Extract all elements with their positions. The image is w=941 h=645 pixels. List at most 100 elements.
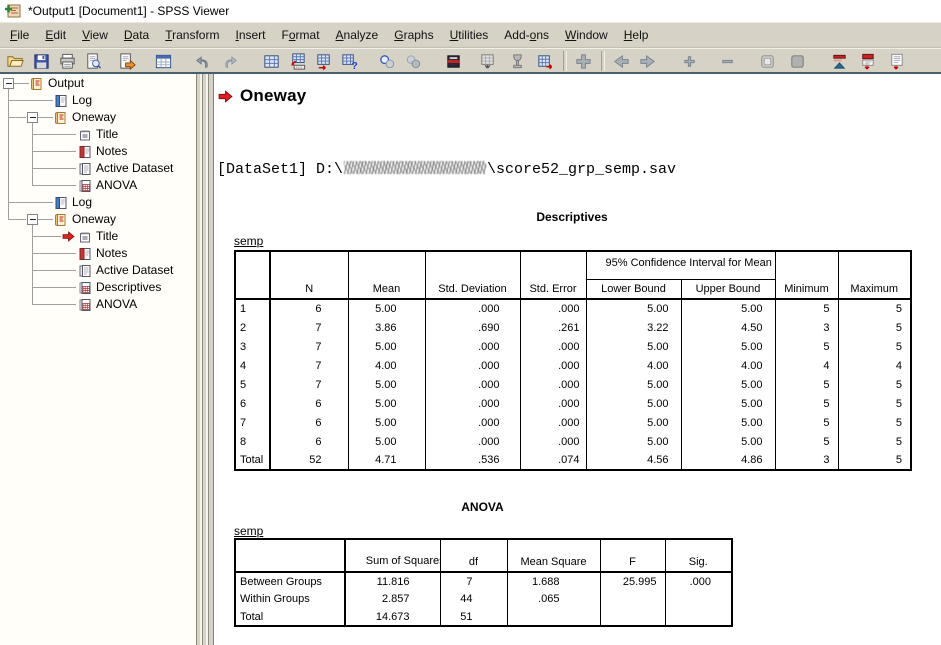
print-preview-button[interactable] bbox=[81, 49, 106, 73]
tree-item-anova[interactable]: ANOVA bbox=[0, 296, 196, 313]
use-variable-sets-icon bbox=[340, 52, 359, 71]
redacted-path-scribble bbox=[344, 161, 486, 174]
anova-table[interactable]: Sum of Squares df Mean Square F Sig. Bet… bbox=[234, 538, 733, 627]
menu-add-ons[interactable]: Add-ons bbox=[496, 25, 557, 45]
goto-data-button[interactable] bbox=[259, 49, 284, 73]
anova-header: Sum of Squares df Mean Square F Sig. bbox=[235, 539, 732, 572]
tree-item-log[interactable]: Log bbox=[0, 92, 196, 109]
goto-output-item-button[interactable] bbox=[475, 49, 500, 73]
descriptives-table[interactable]: N Mean Std. Deviation Std. Error 95% Con… bbox=[234, 250, 912, 471]
cell-value: 11.816 bbox=[345, 572, 440, 590]
show-output-button[interactable] bbox=[755, 49, 780, 73]
collapse-expander[interactable] bbox=[27, 112, 38, 123]
tree-item-descriptives[interactable]: Descriptives bbox=[0, 279, 196, 296]
variables-icon bbox=[314, 52, 333, 71]
tree-item-notes[interactable]: Notes bbox=[0, 143, 196, 160]
menu-file[interactable]: File bbox=[2, 25, 37, 45]
insert-text-button[interactable] bbox=[884, 49, 909, 73]
use-variable-sets-button[interactable] bbox=[337, 49, 362, 73]
menu-view[interactable]: View bbox=[74, 25, 116, 45]
export-output-button[interactable] bbox=[115, 49, 140, 73]
table-icon bbox=[78, 179, 92, 193]
print-button[interactable] bbox=[55, 49, 80, 73]
menu-edit[interactable]: Edit bbox=[37, 25, 74, 45]
spss-app-icon bbox=[4, 3, 21, 19]
tree-item-title[interactable]: Title bbox=[0, 228, 196, 245]
tree-item-label: ANOVA bbox=[96, 177, 137, 194]
insert-data-object-button[interactable] bbox=[533, 49, 558, 73]
menu-window[interactable]: Window bbox=[557, 25, 616, 45]
tree-item-oneway[interactable]: Oneway bbox=[0, 211, 196, 228]
save-icon bbox=[32, 52, 51, 71]
menu-data[interactable]: Data bbox=[116, 25, 157, 45]
row-label: 8 bbox=[235, 432, 270, 451]
cell-value: 2.857 bbox=[345, 590, 440, 608]
redo-button[interactable] bbox=[217, 49, 242, 73]
cell-value: .261 bbox=[520, 318, 586, 337]
open-file-button[interactable] bbox=[3, 49, 28, 73]
save-button[interactable] bbox=[29, 49, 54, 73]
row-label: Within Groups bbox=[235, 590, 345, 608]
undo-button[interactable] bbox=[191, 49, 216, 73]
replace-button[interactable] bbox=[401, 49, 426, 73]
menu-help[interactable]: Help bbox=[616, 25, 657, 45]
menu-insert[interactable]: Insert bbox=[227, 25, 273, 45]
goto-case-button[interactable] bbox=[285, 49, 310, 73]
collapse-expander[interactable] bbox=[27, 214, 38, 225]
tree-item-title[interactable]: Title bbox=[0, 126, 196, 143]
cell-value: 3.86 bbox=[348, 318, 425, 337]
menu-transform[interactable]: Transform bbox=[157, 25, 227, 45]
cell-value: 14.673 bbox=[345, 608, 440, 626]
menu-graphs[interactable]: Graphs bbox=[386, 25, 441, 45]
cell-value: 5.00 bbox=[586, 394, 681, 413]
dataset-path-suffix: \score52_grp_semp.sav bbox=[487, 161, 676, 178]
designate-window-button[interactable] bbox=[505, 49, 530, 73]
tree-item-output[interactable]: Output bbox=[0, 75, 196, 92]
collapse-outline-button[interactable] bbox=[715, 49, 740, 73]
pane-splitter[interactable] bbox=[197, 74, 213, 645]
cell-value: 25.995 bbox=[600, 572, 665, 590]
cell-value: 4.00 bbox=[681, 356, 775, 375]
log-icon bbox=[54, 94, 68, 108]
tree-item-notes[interactable]: Notes bbox=[0, 245, 196, 262]
tree-item-label: Output bbox=[48, 75, 84, 92]
variables-button[interactable] bbox=[311, 49, 336, 73]
goto-data-editor-button[interactable] bbox=[151, 49, 176, 73]
cell-value: 7 bbox=[270, 375, 348, 394]
table-row: 273.86.690.2613.224.5035 bbox=[235, 318, 911, 337]
menu-analyze[interactable]: Analyze bbox=[328, 25, 387, 45]
menu-format[interactable]: Format bbox=[274, 25, 328, 45]
cell-value: .000 bbox=[425, 432, 520, 451]
insert-heading-button[interactable] bbox=[855, 49, 880, 73]
collapse-expander[interactable] bbox=[3, 78, 14, 89]
find-button[interactable] bbox=[375, 49, 400, 73]
column-header: Mean bbox=[348, 251, 425, 299]
tree-item-log[interactable]: Log bbox=[0, 194, 196, 211]
tree-item-active-dataset[interactable]: Active Dataset bbox=[0, 262, 196, 279]
page-title: Oneway bbox=[240, 86, 306, 106]
spanner-header: 95% Confidence Interval for Mean bbox=[586, 251, 775, 279]
move-to-top-button[interactable] bbox=[827, 49, 852, 73]
tree-connector bbox=[8, 100, 53, 101]
select-last-output-button[interactable] bbox=[441, 49, 466, 73]
collapse-outline-icon bbox=[718, 52, 737, 71]
cell-value: 5 bbox=[775, 375, 838, 394]
insert-outline-item-button[interactable] bbox=[571, 49, 596, 73]
hide-output-button[interactable] bbox=[785, 49, 810, 73]
column-header: F bbox=[600, 539, 665, 572]
redo-icon bbox=[220, 52, 239, 71]
cell-value: 5.00 bbox=[681, 394, 775, 413]
find-icon bbox=[378, 52, 397, 71]
menu-utilities[interactable]: Utilities bbox=[442, 25, 497, 45]
row-label: 4 bbox=[235, 356, 270, 375]
tree-connector bbox=[32, 134, 76, 135]
output-heading-row: Oneway bbox=[218, 86, 306, 106]
tree-item-anova[interactable]: ANOVA bbox=[0, 177, 196, 194]
cell-value: 5 bbox=[838, 375, 911, 394]
tree-item-oneway[interactable]: Oneway bbox=[0, 109, 196, 126]
column-header: df bbox=[440, 539, 507, 572]
expand-outline-button[interactable] bbox=[677, 49, 702, 73]
demote-outline-button[interactable] bbox=[635, 49, 660, 73]
promote-outline-button[interactable] bbox=[609, 49, 634, 73]
tree-item-active-dataset[interactable]: Active Dataset bbox=[0, 160, 196, 177]
